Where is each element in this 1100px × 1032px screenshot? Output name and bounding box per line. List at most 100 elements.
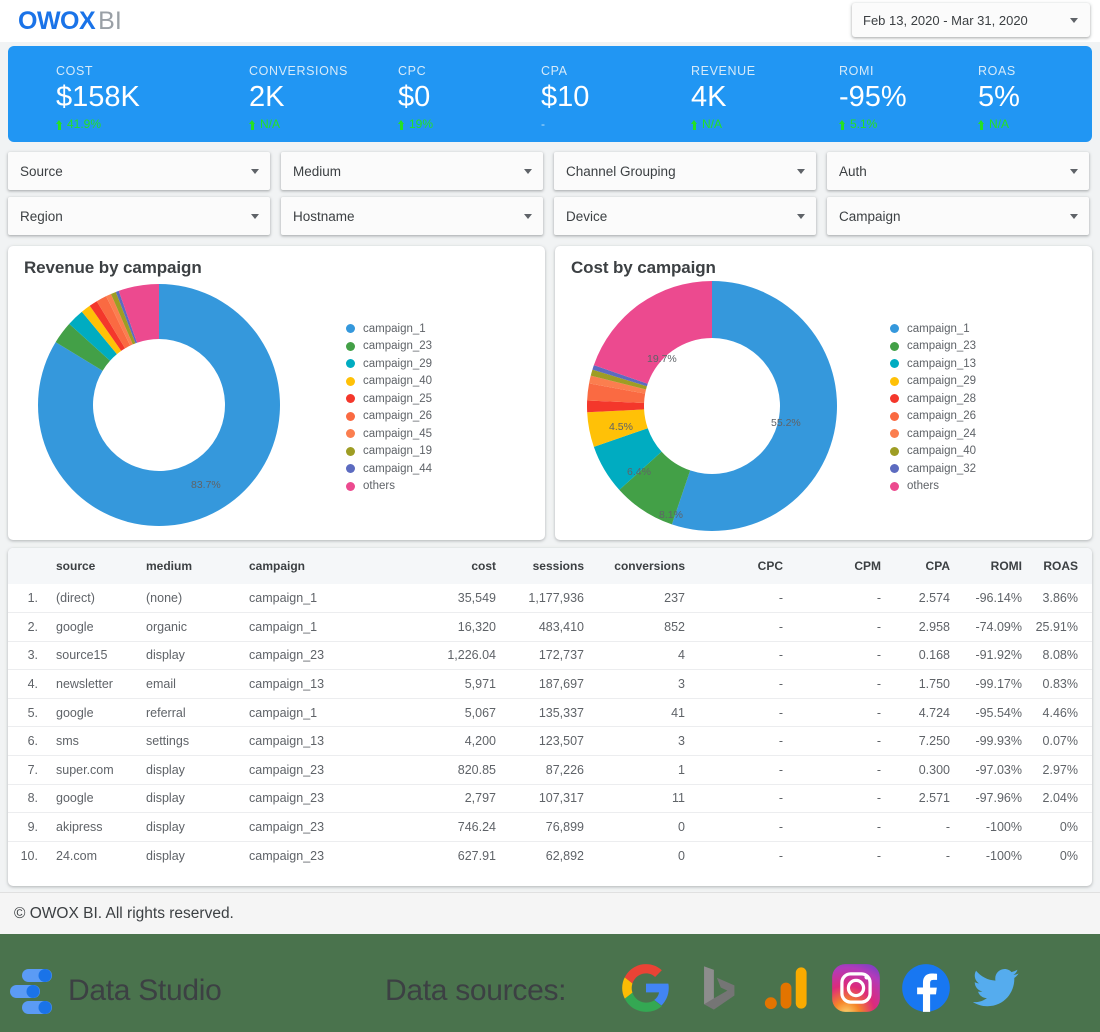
cell-romi: -100% <box>985 848 1022 863</box>
legend-item[interactable]: campaign_44 <box>346 460 432 478</box>
chevron-down-icon <box>1070 168 1078 174</box>
table-row[interactable]: 3. source15 display campaign_23 1,226.04 172,… <box>8 641 1092 671</box>
legend-item[interactable]: campaign_29 <box>890 373 976 391</box>
table-row[interactable]: 7. super.com display campaign_23 820.85 87,22… <box>8 755 1092 785</box>
legend-item[interactable]: campaign_1 <box>890 320 976 338</box>
date-range-value: Feb 13, 2020 - Mar 31, 2020 <box>863 12 1028 28</box>
table-row[interactable]: 6. sms settings campaign_13 4,200 123,507 3- -7… <box>8 726 1092 757</box>
legend-color-swatch <box>346 446 355 456</box>
legend-item[interactable]: campaign_32 <box>890 460 976 478</box>
legend-label: campaign_19 <box>363 445 433 458</box>
kpi-label: CPA <box>541 64 568 78</box>
kpi-conversions: CONVERSIONS 2K N/A <box>163 46 347 142</box>
kpi-value: 5% <box>978 81 1020 113</box>
filter-campaign[interactable]: Campaign <box>827 197 1089 235</box>
cell-cost: 16,320 <box>389 612 504 642</box>
cell-source: google <box>46 698 146 728</box>
legend-item[interactable]: campaign_26 <box>890 408 976 426</box>
legend-label: campaign_29 <box>907 375 977 388</box>
legend-item[interactable]: campaign_13 <box>890 355 976 373</box>
legend-label: campaign_25 <box>363 392 433 405</box>
col-cpc[interactable]: CPC <box>697 548 797 584</box>
legend-color-swatch <box>890 394 899 404</box>
cell-cpm: - <box>797 812 895 842</box>
cost-donut-chart[interactable]: 55.2% 19.7% 8.1% 6.4% 4.5% <box>587 281 837 531</box>
kpi-delta-text: 19% <box>409 117 434 131</box>
legend-item[interactable]: campaign_24 <box>890 425 976 443</box>
col-sessions[interactable]: sessions <box>504 548 592 584</box>
filter-hostname[interactable]: Hostname <box>281 197 543 235</box>
legend-item[interactable]: campaign_26 <box>346 408 432 426</box>
legend-item[interactable]: campaign_1 <box>346 320 432 338</box>
col-cost[interactable]: cost <box>389 548 504 584</box>
col-index[interactable] <box>8 548 46 584</box>
table-row[interactable]: 5. google referral campaign_1 5,067 135,337 41… <box>8 698 1092 728</box>
legend-item[interactable]: campaign_25 <box>346 390 432 408</box>
revenue-chart-title: Revenue by campaign <box>24 258 202 277</box>
cell-cpc: - <box>697 698 797 728</box>
filter-label: Channel Grouping <box>566 163 676 179</box>
col-roas[interactable]: ROAS <box>1030 548 1092 584</box>
table-row[interactable]: 2. google organic campaign_1 16,320 483,410 85… <box>8 612 1092 642</box>
cell-cpm: - <box>797 669 895 699</box>
col-romi[interactable]: ROMI <box>960 548 1030 584</box>
legend-color-swatch <box>346 324 355 334</box>
legend-item[interactable]: campaign_40 <box>346 373 432 391</box>
legend-item[interactable]: campaign_40 <box>890 443 976 461</box>
donut-slice[interactable] <box>593 281 712 384</box>
legend-item[interactable]: others <box>346 478 432 496</box>
cell-cpm: - <box>797 641 895 671</box>
filter-medium[interactable]: Medium <box>281 152 543 190</box>
date-range-selector[interactable]: Feb 13, 2020 - Mar 31, 2020 <box>852 3 1090 37</box>
legend-item[interactable]: campaign_45 <box>346 425 432 443</box>
arrow-up-icon <box>56 119 63 130</box>
legend-item[interactable]: others <box>890 478 976 496</box>
col-conversions[interactable]: conversions <box>592 548 697 584</box>
table-row[interactable]: 10. 24.com display campaign_23 627.91 62,892 0… <box>8 841 1092 870</box>
cell-cpm: - <box>797 612 895 642</box>
cell-roas: 25.91% <box>1030 612 1092 642</box>
cell-idx: 3. <box>8 641 46 671</box>
filter-region[interactable]: Region <box>8 197 270 235</box>
revenue-donut-chart[interactable]: 83.7% <box>38 284 288 534</box>
slice-percent-label: 19.7% <box>647 353 677 365</box>
arrow-up-icon <box>249 119 256 130</box>
filter-label: Campaign <box>839 208 901 224</box>
legend-item[interactable]: campaign_29 <box>346 355 432 373</box>
table-row[interactable]: 9. akipress display campaign_23 746.24 76,899… <box>8 812 1092 842</box>
col-cpa[interactable]: CPA <box>895 548 960 584</box>
col-campaign[interactable]: campaign <box>249 548 389 584</box>
cell-sessions: 76,899 <box>504 812 592 842</box>
col-cpm[interactable]: CPM <box>797 548 895 584</box>
filter-auth[interactable]: Auth <box>827 152 1089 190</box>
legend-color-swatch <box>346 411 355 421</box>
kpi-revenue: REVENUE 4K N/A <box>627 46 782 142</box>
legend-label: campaign_1 <box>363 322 426 335</box>
cell-cpc: - <box>697 612 797 642</box>
cell-romi: -96.14% <box>960 584 1030 614</box>
bing-icon <box>690 962 742 1014</box>
legend-item[interactable]: campaign_23 <box>346 338 432 356</box>
legend-color-swatch <box>890 341 899 351</box>
legend-label: campaign_1 <box>907 322 970 335</box>
legend-color-swatch <box>890 464 899 474</box>
cell-medium: (none) <box>146 584 249 614</box>
legend-item[interactable]: campaign_23 <box>890 338 976 356</box>
col-source[interactable]: source <box>46 548 146 584</box>
cell-cpm: - <box>876 848 881 863</box>
col-medium[interactable]: medium <box>146 548 249 584</box>
legend-item[interactable]: campaign_28 <box>890 390 976 408</box>
filter-device[interactable]: Device <box>554 197 816 235</box>
google-analytics-icon <box>760 962 812 1014</box>
table-row[interactable]: 1. (direct) (none) campaign_1 35,549 1,177,93… <box>8 584 1092 614</box>
filter-channel-grouping[interactable]: Channel Grouping <box>554 152 816 190</box>
table-row[interactable]: 4. newsletter email campaign_13 5,971 187,697… <box>8 669 1092 699</box>
filter-source[interactable]: Source <box>8 152 270 190</box>
cost-by-campaign-card: Cost by campaign 55.2% 19.7% 8.1% 6.4% 4.5% … <box>555 246 1092 540</box>
table-row[interactable]: 8. google display campaign_23 2,797 107,317 11… <box>8 784 1092 814</box>
chevron-down-icon <box>524 213 532 219</box>
slice-percent-label: 83.7% <box>191 479 221 491</box>
cell-romi: -100% <box>960 812 1030 842</box>
legend-item[interactable]: campaign_19 <box>346 443 432 461</box>
cell-sessions: 107,317 <box>504 784 592 814</box>
